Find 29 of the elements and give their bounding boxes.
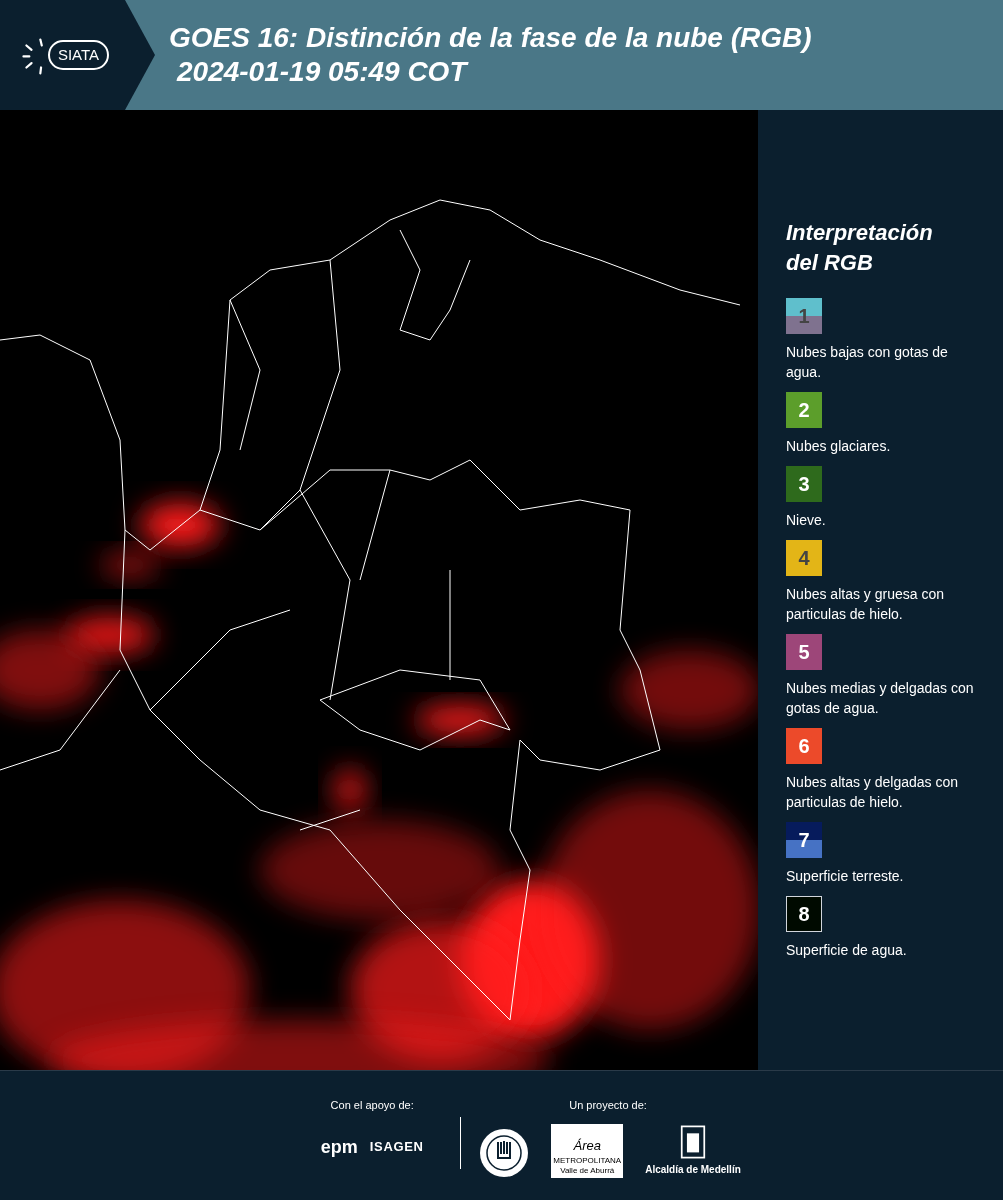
city-logo-text: Alcaldía de Medellín — [645, 1162, 741, 1177]
legend-number: 4 — [798, 547, 810, 569]
legend-number: 6 — [798, 735, 810, 757]
page-title: GOES 16: Distinción de la fase de la nube (RGB) — [169, 21, 812, 55]
isagen-logo: ISAGEN — [369, 1138, 424, 1157]
legend-label: Nubes altas y delgadas con particulas de hielo. — [786, 773, 959, 812]
legend-label: Nubes altas y gruesa con particulas de hielo. — [786, 585, 945, 624]
legend-number: 2 — [798, 399, 810, 421]
legend-label: Nubes bajas con gotas de agua. — [786, 343, 949, 382]
legend-number: 8 — [798, 903, 810, 925]
legend-label: Nubes glaciares. — [786, 437, 892, 456]
area-line: Valle de Aburrá — [560, 1165, 615, 1176]
timestamp: 2024-01-19 05:49 COT — [175, 55, 470, 89]
seal-icon — [479, 1127, 530, 1178]
project-label: Un proyecto de: — [568, 1098, 648, 1113]
support-label: Con el apoyo de: — [330, 1098, 414, 1113]
legend-label: Superficie de agua. — [786, 941, 908, 960]
sun-icon — [21, 35, 44, 75]
legend-title: Interpretación del RGB — [786, 219, 934, 277]
area-line: METROPOLITANA — [553, 1155, 622, 1166]
legend-label: Superficie terreste. — [786, 867, 905, 886]
coat-of-arms-icon — [680, 1123, 706, 1160]
area-script: Área — [573, 1137, 601, 1154]
logo-text: SIATA — [47, 39, 110, 71]
legend-number: 3 — [798, 473, 810, 495]
legend-number: 5 — [798, 641, 810, 663]
epm-logo: epm — [320, 1135, 358, 1159]
legend-label: Nieve. — [786, 511, 827, 530]
legend-label: Nubes medias y delgadas con gotas de agua. — [786, 679, 975, 718]
